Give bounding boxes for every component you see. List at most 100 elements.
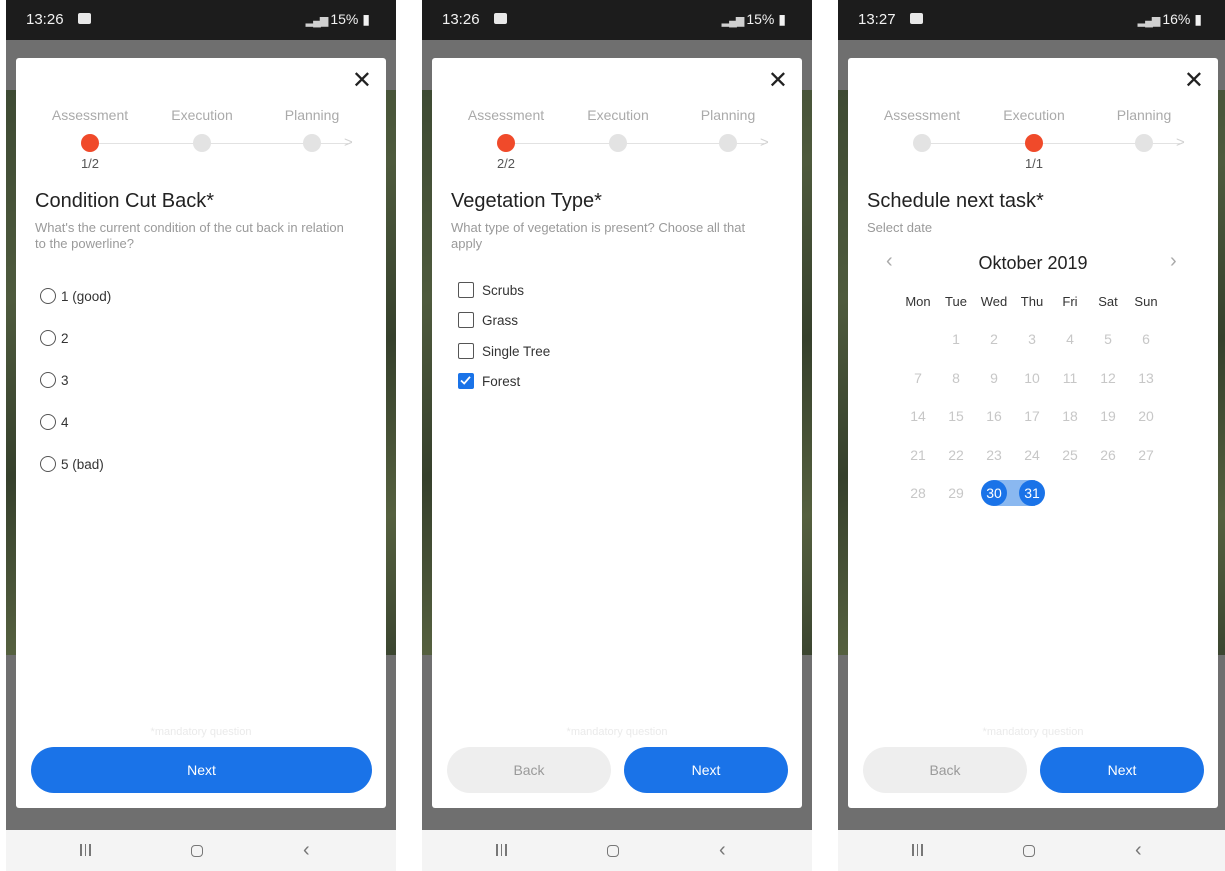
calendar-day[interactable]: 4 [1051, 326, 1089, 352]
option-label: 4 [61, 415, 69, 430]
question-title: Vegetation Type* [451, 190, 602, 212]
nav-bar: ‹ [422, 830, 812, 871]
recent-apps-icon[interactable] [912, 843, 926, 861]
calendar-day[interactable]: 11 [1051, 365, 1089, 391]
option-label: Grass [482, 313, 519, 328]
calendar-day[interactable]: 29 [937, 480, 975, 506]
calendar-day[interactable]: 20 [1127, 403, 1165, 429]
calendar-day[interactable]: 10 [1013, 365, 1051, 391]
checkbox-icon[interactable] [458, 343, 474, 360]
calendar-day[interactable]: 2 [975, 326, 1013, 352]
calendar-day[interactable]: 16 [975, 403, 1013, 429]
option-label: Scrubs [482, 283, 525, 298]
radio-option-4[interactable]: 4 [40, 412, 69, 434]
questionnaire-dialog: ✕ Assessment Execution Planning > 1/2 Co… [16, 58, 386, 808]
back-icon[interactable]: ‹ [303, 840, 310, 860]
radio-icon[interactable] [40, 372, 56, 389]
step-label-planning: Planning [284, 107, 340, 123]
next-button[interactable]: Next [31, 747, 372, 793]
step-dot-assessment [81, 134, 99, 152]
close-icon[interactable]: ✕ [352, 66, 372, 96]
questionnaire-dialog: ✕ Assessment Execution Planning > 2/2 Ve… [432, 58, 802, 808]
recent-apps-icon[interactable] [496, 843, 510, 861]
question-description: What's the current condition of the cut … [35, 220, 344, 251]
phone-screen-3: 13:27 ▂▄▆ 16% ▮ ✕ Assessment Execution Pl… [838, 0, 1225, 871]
calendar-day[interactable]: 12 [1089, 365, 1127, 391]
checkbox-option-forest[interactable]: Forest [458, 371, 520, 393]
radio-icon[interactable] [40, 456, 56, 473]
step-dot-assessment [497, 134, 515, 152]
calendar-day[interactable]: 26 [1089, 442, 1127, 468]
checkbox-icon[interactable] [458, 312, 474, 329]
step-label-assessment: Assessment [467, 107, 545, 123]
step-dot-execution [609, 134, 627, 152]
calendar-day[interactable]: 15 [937, 403, 975, 429]
status-right: ▂▄▆ 15% ▮ [306, 11, 370, 28]
calendar-day[interactable]: 19 [1089, 403, 1127, 429]
back-button[interactable]: Back [447, 747, 611, 793]
step-label-execution: Execution [171, 107, 233, 123]
home-icon[interactable] [191, 845, 203, 857]
calendar-day[interactable]: 18 [1051, 403, 1089, 429]
progress-stepper: Assessment Execution Planning > 1/2 [16, 98, 386, 178]
next-button[interactable]: Next [624, 747, 788, 793]
calendar-day[interactable]: 7 [899, 365, 937, 391]
recent-apps-icon[interactable] [80, 843, 94, 861]
close-icon[interactable]: ✕ [768, 66, 788, 96]
back-icon[interactable]: ‹ [719, 840, 726, 860]
calendar-day[interactable]: 31 [1013, 480, 1051, 506]
status-bar: 13:27 ▂▄▆ 16% ▮ [838, 0, 1225, 40]
nav-bar: ‹ [838, 830, 1225, 871]
radio-icon[interactable] [40, 414, 56, 431]
calendar-day[interactable]: 3 [1013, 326, 1051, 352]
calendar-day[interactable]: 14 [899, 403, 937, 429]
gallery-icon [494, 13, 507, 24]
radio-option-3[interactable]: 3 [40, 370, 69, 392]
calendar-day[interactable]: 21 [899, 442, 937, 468]
radio-option-2[interactable]: 2 [40, 328, 69, 350]
calendar-day[interactable]: 1 [937, 326, 975, 352]
back-icon[interactable]: ‹ [1135, 840, 1142, 860]
calendar-day[interactable]: 23 [975, 442, 1013, 468]
option-label: Forest [482, 374, 521, 389]
battery-icon: ▮ [362, 11, 370, 27]
calendar-day[interactable]: 28 [899, 480, 937, 506]
calendar-day[interactable]: 22 [937, 442, 975, 468]
checkbox-option-grass[interactable]: Grass [458, 310, 518, 332]
battery-level: 15% [746, 11, 775, 27]
calendar-day[interactable]: 27 [1127, 442, 1165, 468]
radio-icon[interactable] [40, 288, 56, 305]
signal-icon: ▂▄▆ [1137, 15, 1161, 27]
option-label: 2 [61, 331, 69, 346]
checkbox-icon[interactable] [458, 282, 474, 299]
calendar-day[interactable]: 25 [1051, 442, 1089, 468]
checkbox-option-scrubs[interactable]: Scrubs [458, 280, 524, 302]
status-time: 13:26 [26, 11, 64, 28]
status-time: 13:27 [858, 11, 896, 28]
mandatory-note: *mandatory question [566, 726, 668, 738]
home-icon[interactable] [607, 845, 619, 857]
step-dot-execution [193, 134, 211, 152]
calendar-day[interactable]: 9 [975, 365, 1013, 391]
battery-level: 16% [1162, 11, 1191, 27]
calendar-day[interactable]: 6 [1127, 326, 1165, 352]
calendar-day[interactable]: 8 [937, 365, 975, 391]
checkbox-checked-icon[interactable] [458, 373, 474, 390]
option-label: 5 (bad) [61, 457, 104, 472]
arrow-icon: > [760, 134, 769, 151]
radio-option-1[interactable]: 1 (good) [40, 286, 111, 308]
questionnaire-dialog: ✕ Assessment Execution Planning > 1/1 Sc… [848, 58, 1218, 808]
arrow-icon: > [344, 134, 353, 151]
home-icon[interactable] [1023, 845, 1035, 857]
calendar-day[interactable]: 5 [1089, 326, 1127, 352]
radio-option-5[interactable]: 5 (bad) [40, 454, 104, 476]
gallery-icon [910, 13, 923, 24]
radio-icon[interactable] [40, 330, 56, 347]
step-dot-planning [303, 134, 321, 152]
question-description: What type of vegetation is present? Choo… [451, 220, 746, 251]
calendar-day[interactable]: 30 [975, 480, 1013, 506]
calendar-day[interactable]: 17 [1013, 403, 1051, 429]
calendar-day[interactable]: 24 [1013, 442, 1051, 468]
calendar-day[interactable]: 13 [1127, 365, 1165, 391]
checkbox-option-single-tree[interactable]: Single Tree [458, 341, 550, 363]
